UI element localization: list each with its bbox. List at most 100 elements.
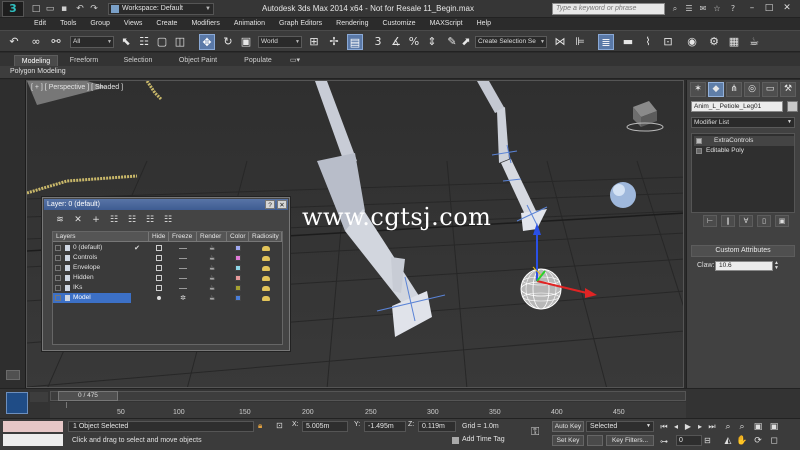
render-production-icon[interactable]: ☕: [746, 34, 762, 50]
search-input[interactable]: Type a keyword or phrase: [552, 3, 665, 15]
undo-toolbar-icon[interactable]: ↶: [6, 34, 22, 50]
angle-snap-icon[interactable]: ∡: [388, 34, 404, 50]
binoculars-icon[interactable]: ⌕: [669, 3, 681, 15]
layer-color-swatch[interactable]: [227, 283, 249, 293]
freeze-snowflake-icon[interactable]: ✲: [169, 293, 197, 303]
freeze-toggle[interactable]: [169, 253, 197, 263]
layer-name[interactable]: Controls: [53, 253, 133, 263]
unlink-icon[interactable]: ⚯: [48, 34, 64, 50]
zoom-extents-icon[interactable]: ▣: [752, 421, 764, 433]
undo-icon[interactable]: ↶: [74, 3, 86, 15]
x-coordinate-field[interactable]: 5.005m: [302, 421, 348, 432]
radiosity-teapot-icon[interactable]: [249, 253, 282, 263]
radiosity-teapot-icon[interactable]: [249, 263, 282, 273]
layer-manager-icon[interactable]: ≣: [598, 34, 614, 50]
layer-name[interactable]: Envelope: [53, 263, 133, 273]
display-tab-icon[interactable]: ▭: [762, 82, 778, 97]
pan-view-icon[interactable]: ✋: [736, 435, 748, 447]
hide-checkbox[interactable]: [149, 273, 169, 283]
expand-box-icon[interactable]: [55, 285, 61, 291]
select-and-scale-icon[interactable]: ▣: [238, 34, 254, 50]
spinner-arrows-icon[interactable]: ▲ ▼: [774, 261, 780, 271]
go-to-end-icon[interactable]: ⏭: [706, 421, 718, 432]
object-color-swatch[interactable]: [787, 101, 798, 112]
layer-row[interactable]: IKs ☕: [53, 283, 282, 293]
current-frame-field[interactable]: 0: [676, 435, 702, 446]
menu-group[interactable]: Group: [82, 18, 115, 29]
tab-object-paint[interactable]: Object Paint: [170, 55, 226, 66]
close-icon[interactable]: ✕: [277, 200, 287, 209]
render-setup-icon[interactable]: ⚙: [706, 34, 722, 50]
create-tab-icon[interactable]: ✶: [690, 82, 706, 97]
menu-create[interactable]: Create: [148, 18, 183, 29]
layer-color-swatch[interactable]: [227, 263, 249, 273]
menu-help[interactable]: Help: [469, 18, 497, 29]
redo-icon[interactable]: ↷: [88, 3, 100, 15]
layer-color-swatch[interactable]: [227, 293, 249, 303]
close-icon[interactable]: ✕: [780, 1, 794, 15]
column-freeze[interactable]: Freeze: [169, 232, 197, 242]
rollout-custom-attributes[interactable]: Custom Attributes: [691, 245, 795, 257]
menu-edit[interactable]: Edit: [26, 18, 52, 29]
expand-box-icon[interactable]: [55, 275, 61, 281]
play-icon[interactable]: ▶: [682, 421, 694, 432]
maximize-icon[interactable]: □: [762, 1, 776, 15]
expand-box-icon[interactable]: [55, 245, 61, 251]
time-tag-icon[interactable]: [452, 437, 459, 444]
app-logo-button[interactable]: 3: [2, 1, 24, 17]
expand-box-icon[interactable]: [55, 295, 61, 301]
menu-animation[interactable]: Animation: [226, 18, 271, 29]
help-icon[interactable]: ?: [265, 200, 275, 209]
orbit-icon[interactable]: ⟳: [752, 435, 764, 447]
radiosity-teapot-icon[interactable]: [249, 283, 282, 293]
hide-checkbox[interactable]: [149, 263, 169, 273]
viewport-label[interactable]: [ + ] [ Perspective ] [ Shaded ]: [31, 84, 123, 91]
add-to-layer-icon[interactable]: +: [89, 213, 103, 227]
auto-key-button[interactable]: Auto Key: [552, 421, 584, 432]
menu-maxscript[interactable]: MAXScript: [422, 18, 469, 29]
set-key-button[interactable]: Set Key: [552, 435, 584, 446]
maxscript-listener-white[interactable]: [3, 434, 63, 446]
freeze-toggle[interactable]: [169, 243, 197, 253]
track-bar-toggle-icon[interactable]: [30, 392, 48, 402]
layer-color-swatch[interactable]: [227, 273, 249, 283]
stack-item-extracontrols[interactable]: ExtraControls: [694, 136, 794, 146]
polygon-modeling-panel[interactable]: Polygon Modeling: [10, 68, 66, 75]
go-to-start-icon[interactable]: ⏮: [658, 421, 670, 432]
expand-box-icon[interactable]: [55, 265, 61, 271]
freeze-all-layers-icon[interactable]: ☷: [161, 213, 175, 227]
time-slider-thumb[interactable]: 0 / 475: [58, 391, 118, 401]
favorites-icon[interactable]: ☆: [711, 3, 723, 15]
absolute-mode-icon[interactable]: ⊡: [276, 421, 283, 430]
column-render[interactable]: Render: [197, 232, 227, 242]
select-and-manipulate-icon[interactable]: ✢: [326, 34, 342, 50]
layer-name[interactable]: Hidden: [53, 273, 133, 283]
create-layer-icon[interactable]: ≋: [53, 213, 67, 227]
modifier-list-dropdown[interactable]: Modifier List ▼: [691, 117, 795, 128]
time-slider[interactable]: [50, 391, 686, 401]
hide-lightbulb-icon[interactable]: [149, 293, 169, 303]
menu-rendering[interactable]: Rendering: [328, 18, 374, 29]
previous-frame-icon[interactable]: ◂: [670, 421, 682, 432]
maxscript-listener-pink[interactable]: [3, 421, 63, 432]
spinner-snap-icon[interactable]: ⇕: [424, 34, 440, 50]
layer-row[interactable]: 0 (default) ✔ ☕: [53, 243, 282, 253]
reference-coordinate-dropdown[interactable]: World ▼: [258, 36, 302, 48]
make-unique-icon[interactable]: ∀: [739, 215, 753, 227]
stack-item-editable-poly[interactable]: Editable Poly: [694, 146, 794, 156]
maximize-viewport-icon[interactable]: ◻: [768, 435, 780, 447]
select-and-rotate-icon[interactable]: ↻: [220, 34, 236, 50]
add-time-tag-button[interactable]: Add Time Tag: [462, 436, 505, 443]
layer-color-swatch[interactable]: [227, 253, 249, 263]
menu-tools[interactable]: Tools: [52, 18, 82, 29]
layer-color-swatch[interactable]: [227, 243, 249, 253]
named-selection-sets-dropdown[interactable]: Create Selection Se ▼: [475, 36, 547, 48]
percent-snap-icon[interactable]: %: [406, 34, 422, 50]
hide-checkbox[interactable]: [149, 253, 169, 263]
render-teapot-icon[interactable]: ☕: [197, 263, 227, 273]
radiosity-teapot-icon[interactable]: [249, 273, 282, 283]
column-color[interactable]: Color: [227, 232, 249, 242]
curve-editor-icon[interactable]: ⌇: [640, 34, 656, 50]
freeze-toggle[interactable]: [169, 263, 197, 273]
delete-layer-icon[interactable]: ✕: [71, 213, 85, 227]
